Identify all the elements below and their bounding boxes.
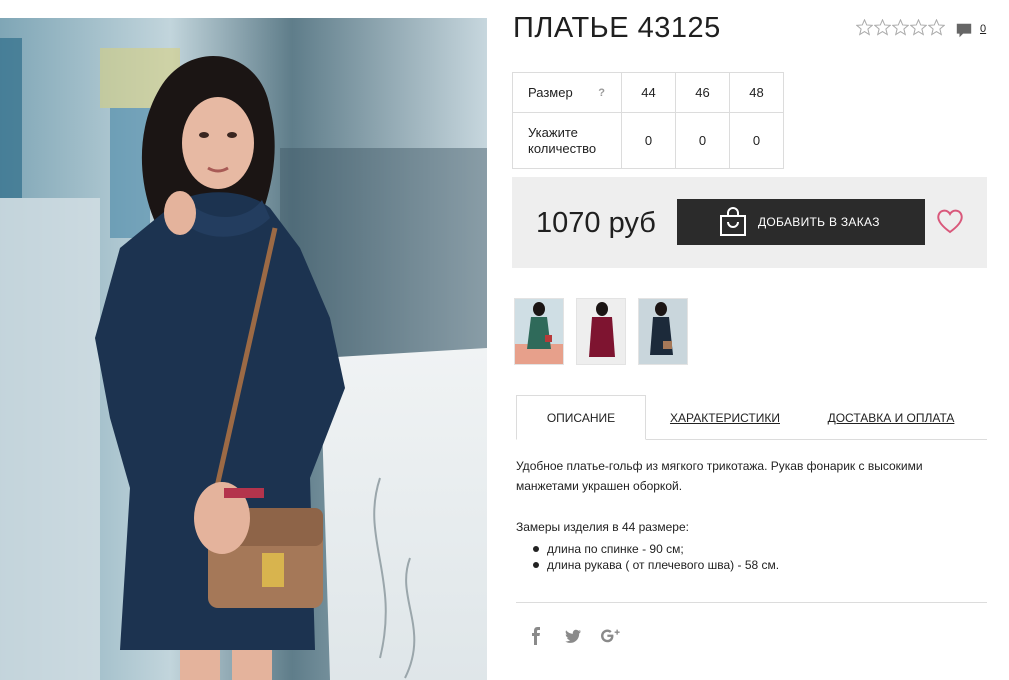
- star-icon[interactable]: [928, 19, 945, 36]
- size-label: Размер: [528, 85, 573, 100]
- product-description: Удобное платье-гольф из мягкого трикотаж…: [516, 459, 923, 493]
- size-row: Размер ? 44 46 48: [512, 72, 784, 113]
- quantity-row: Укажите количество 0 0 0: [512, 112, 784, 169]
- navy-dress-thumb: [639, 299, 687, 364]
- google-plus-icon[interactable]: [601, 627, 621, 645]
- shopping-bag-icon: [720, 207, 746, 236]
- product-title: ПЛАТЬЕ 43125: [513, 12, 721, 44]
- quantity-label-cell: Укажите количество: [512, 112, 622, 169]
- add-to-order-label: ДОБАВИТЬ В ЗАКАЗ: [758, 215, 880, 229]
- star-icon[interactable]: [856, 19, 873, 36]
- facebook-icon[interactable]: [530, 627, 542, 645]
- add-to-order-button[interactable]: ДОБАВИТЬ В ЗАКАЗ: [677, 199, 925, 245]
- measurements-list: длина по спинке - 90 см; длина рукава ( …: [533, 541, 779, 573]
- comments-count-link[interactable]: 0: [980, 23, 986, 35]
- twitter-icon[interactable]: [565, 627, 581, 645]
- thumbnail-burgundy-dress[interactable]: [576, 298, 626, 365]
- product-price: 1070 руб: [536, 207, 656, 239]
- size-label-cell: Размер ?: [512, 72, 622, 113]
- tab-characteristics[interactable]: ХАРАКТЕРИСТИКИ: [660, 395, 790, 440]
- measurements-title: Замеры изделия в 44 размере:: [516, 520, 689, 534]
- green-dress-thumb: [515, 299, 563, 364]
- divider: [516, 602, 987, 603]
- size-option-44: 44: [621, 72, 676, 113]
- tab-description[interactable]: ОПИСАНИЕ: [516, 395, 646, 440]
- quantity-label: Укажите количество: [528, 124, 597, 156]
- quantity-input-48[interactable]: 0: [729, 112, 784, 169]
- comment-icon[interactable]: [955, 21, 973, 39]
- star-icon[interactable]: [910, 19, 927, 36]
- product-photo: [0, 18, 487, 680]
- size-table: Размер ? 44 46 48 Укажите количество 0 0…: [512, 72, 784, 169]
- quantity-input-46[interactable]: 0: [675, 112, 730, 169]
- quantity-input-44[interactable]: 0: [621, 112, 676, 169]
- list-item: длина рукава ( от плечевого шва) - 58 см…: [533, 557, 779, 573]
- price-panel: 1070 руб ДОБАВИТЬ В ЗАКАЗ: [512, 177, 987, 268]
- heart-icon[interactable]: [935, 207, 965, 235]
- thumbnail-green-dress[interactable]: [514, 298, 564, 365]
- burgundy-dress-thumb: [577, 299, 625, 364]
- star-icon[interactable]: [874, 19, 891, 36]
- tab-delivery-payment[interactable]: ДОСТАВКА И ОПЛАТА: [816, 395, 966, 440]
- list-item: длина по спинке - 90 см;: [533, 541, 779, 557]
- rating-stars[interactable]: [856, 19, 945, 36]
- size-option-46: 46: [675, 72, 730, 113]
- star-icon[interactable]: [892, 19, 909, 36]
- size-option-48: 48: [729, 72, 784, 113]
- size-help-icon[interactable]: ?: [598, 87, 605, 99]
- thumbnail-navy-dress[interactable]: [638, 298, 688, 365]
- model-illustration: [0, 18, 487, 680]
